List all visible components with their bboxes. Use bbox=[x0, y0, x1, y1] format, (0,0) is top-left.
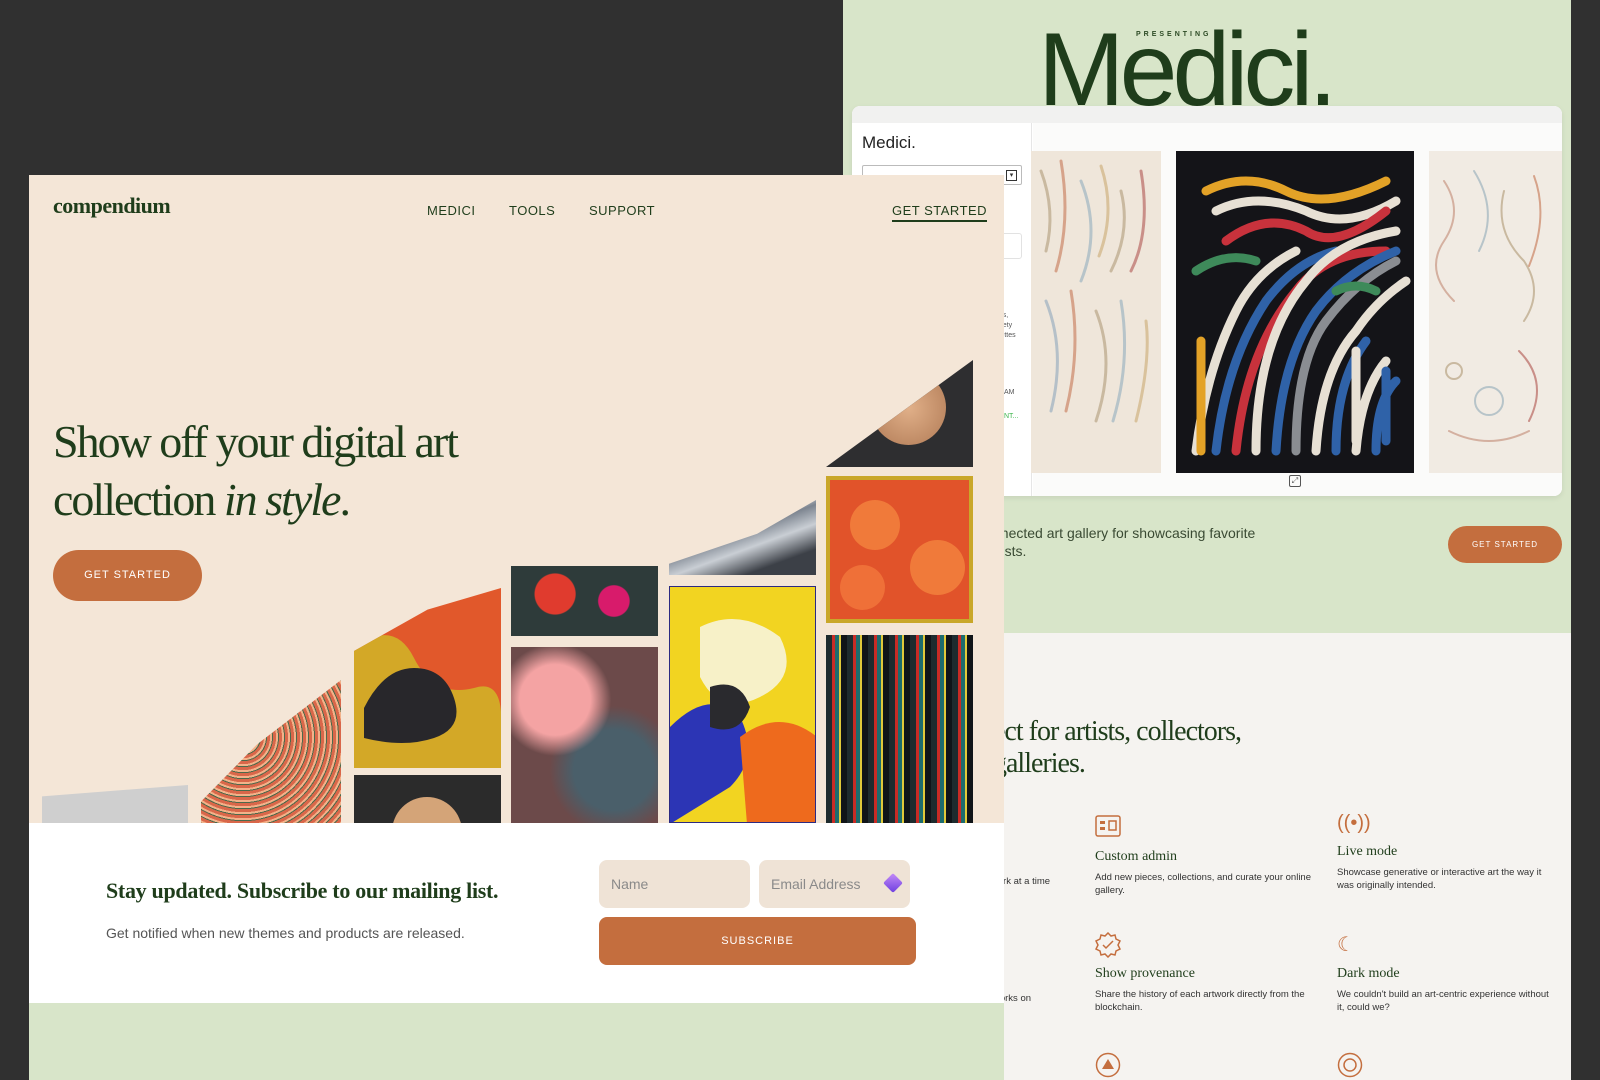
email-placeholder: Email Address bbox=[771, 876, 861, 892]
artwork-tile bbox=[42, 785, 188, 823]
subscribe-description: Get notified when new themes and product… bbox=[106, 925, 465, 941]
email-input[interactable]: Email Address bbox=[759, 860, 910, 908]
dark-mode-icon: ☾ bbox=[1337, 934, 1355, 956]
password-manager-icon[interactable] bbox=[883, 873, 903, 893]
subscribe-button[interactable]: SUBSCRIBE bbox=[599, 917, 916, 965]
triangle-circle-icon bbox=[1095, 1052, 1121, 1078]
subscribe-section: Stay updated. Subscribe to our mailing l… bbox=[29, 823, 1004, 1003]
chevron-down-icon: ▾ bbox=[1006, 170, 1017, 181]
live-mode-icon: ((•)) bbox=[1337, 812, 1371, 834]
hero-get-started-button[interactable]: GET STARTED bbox=[53, 550, 202, 601]
medici-get-started-button[interactable]: GET STARTED bbox=[1448, 526, 1562, 563]
feature-dark-mode: ☾ Dark mode We couldn't build an art-cen… bbox=[1337, 934, 1549, 1013]
artwork-left[interactable] bbox=[1031, 151, 1161, 473]
artwork-featured[interactable] bbox=[1176, 151, 1414, 473]
artwork-tile bbox=[511, 647, 658, 823]
name-input[interactable]: Name bbox=[599, 860, 750, 908]
coin-icon bbox=[1337, 1052, 1363, 1078]
nav-get-started-link[interactable]: GET STARTED bbox=[892, 203, 988, 222]
app-window-bar bbox=[852, 106, 1562, 123]
artwork-tile bbox=[354, 588, 501, 768]
presenting-label: PRESENTING bbox=[1136, 31, 1212, 38]
artwork-tile bbox=[669, 500, 816, 575]
artwork-tile bbox=[826, 476, 973, 623]
artwork-tile bbox=[201, 680, 341, 823]
custom-admin-icon bbox=[1095, 815, 1121, 841]
feature-icon-triangle bbox=[1095, 1052, 1315, 1080]
footer-band bbox=[29, 1003, 1004, 1080]
hero-headline: Show off your digital art collection in … bbox=[53, 416, 459, 525]
app-gallery: ⤢ bbox=[1031, 123, 1562, 496]
subscribe-title: Stay updated. Subscribe to our mailing l… bbox=[106, 878, 499, 903]
feature-show-provenance: Show provenance Share the history of eac… bbox=[1094, 931, 1315, 1014]
artwork-tile bbox=[826, 360, 973, 467]
nav-link-support[interactable]: SUPPORT bbox=[589, 203, 655, 218]
fullscreen-icon[interactable]: ⤢ bbox=[1289, 475, 1301, 487]
compendium-page: compendium MEDICI TOOLS SUPPORT GET STAR… bbox=[29, 175, 1004, 1080]
provenance-icon bbox=[1094, 931, 1122, 959]
artwork-tile bbox=[669, 586, 816, 823]
feature-icon-coin bbox=[1337, 1052, 1557, 1080]
nav-link-tools[interactable]: TOOLS bbox=[509, 203, 555, 218]
artwork-tile bbox=[511, 566, 658, 636]
artwork-right[interactable] bbox=[1429, 151, 1562, 473]
medici-tagline: nnected art gallery for showcasing favor… bbox=[993, 525, 1256, 559]
artwork-tile bbox=[354, 775, 501, 823]
sidebar-time-fragment: AM bbox=[1004, 389, 1015, 396]
feature-custom-admin: Custom admin Add new pieces, collections… bbox=[1095, 815, 1315, 897]
nav-link-medici[interactable]: MEDICI bbox=[427, 203, 476, 218]
feature-live-mode: ((•)) Live mode Showcase generative or i… bbox=[1337, 812, 1542, 891]
app-logo: Medici. bbox=[862, 133, 916, 152]
artwork-tile bbox=[826, 635, 973, 823]
site-logo[interactable]: compendium bbox=[53, 193, 171, 219]
features-heading: ect for artists, collectors, galleries. bbox=[993, 716, 1242, 779]
sidebar-link-fragment[interactable]: INT... bbox=[1002, 413, 1018, 420]
